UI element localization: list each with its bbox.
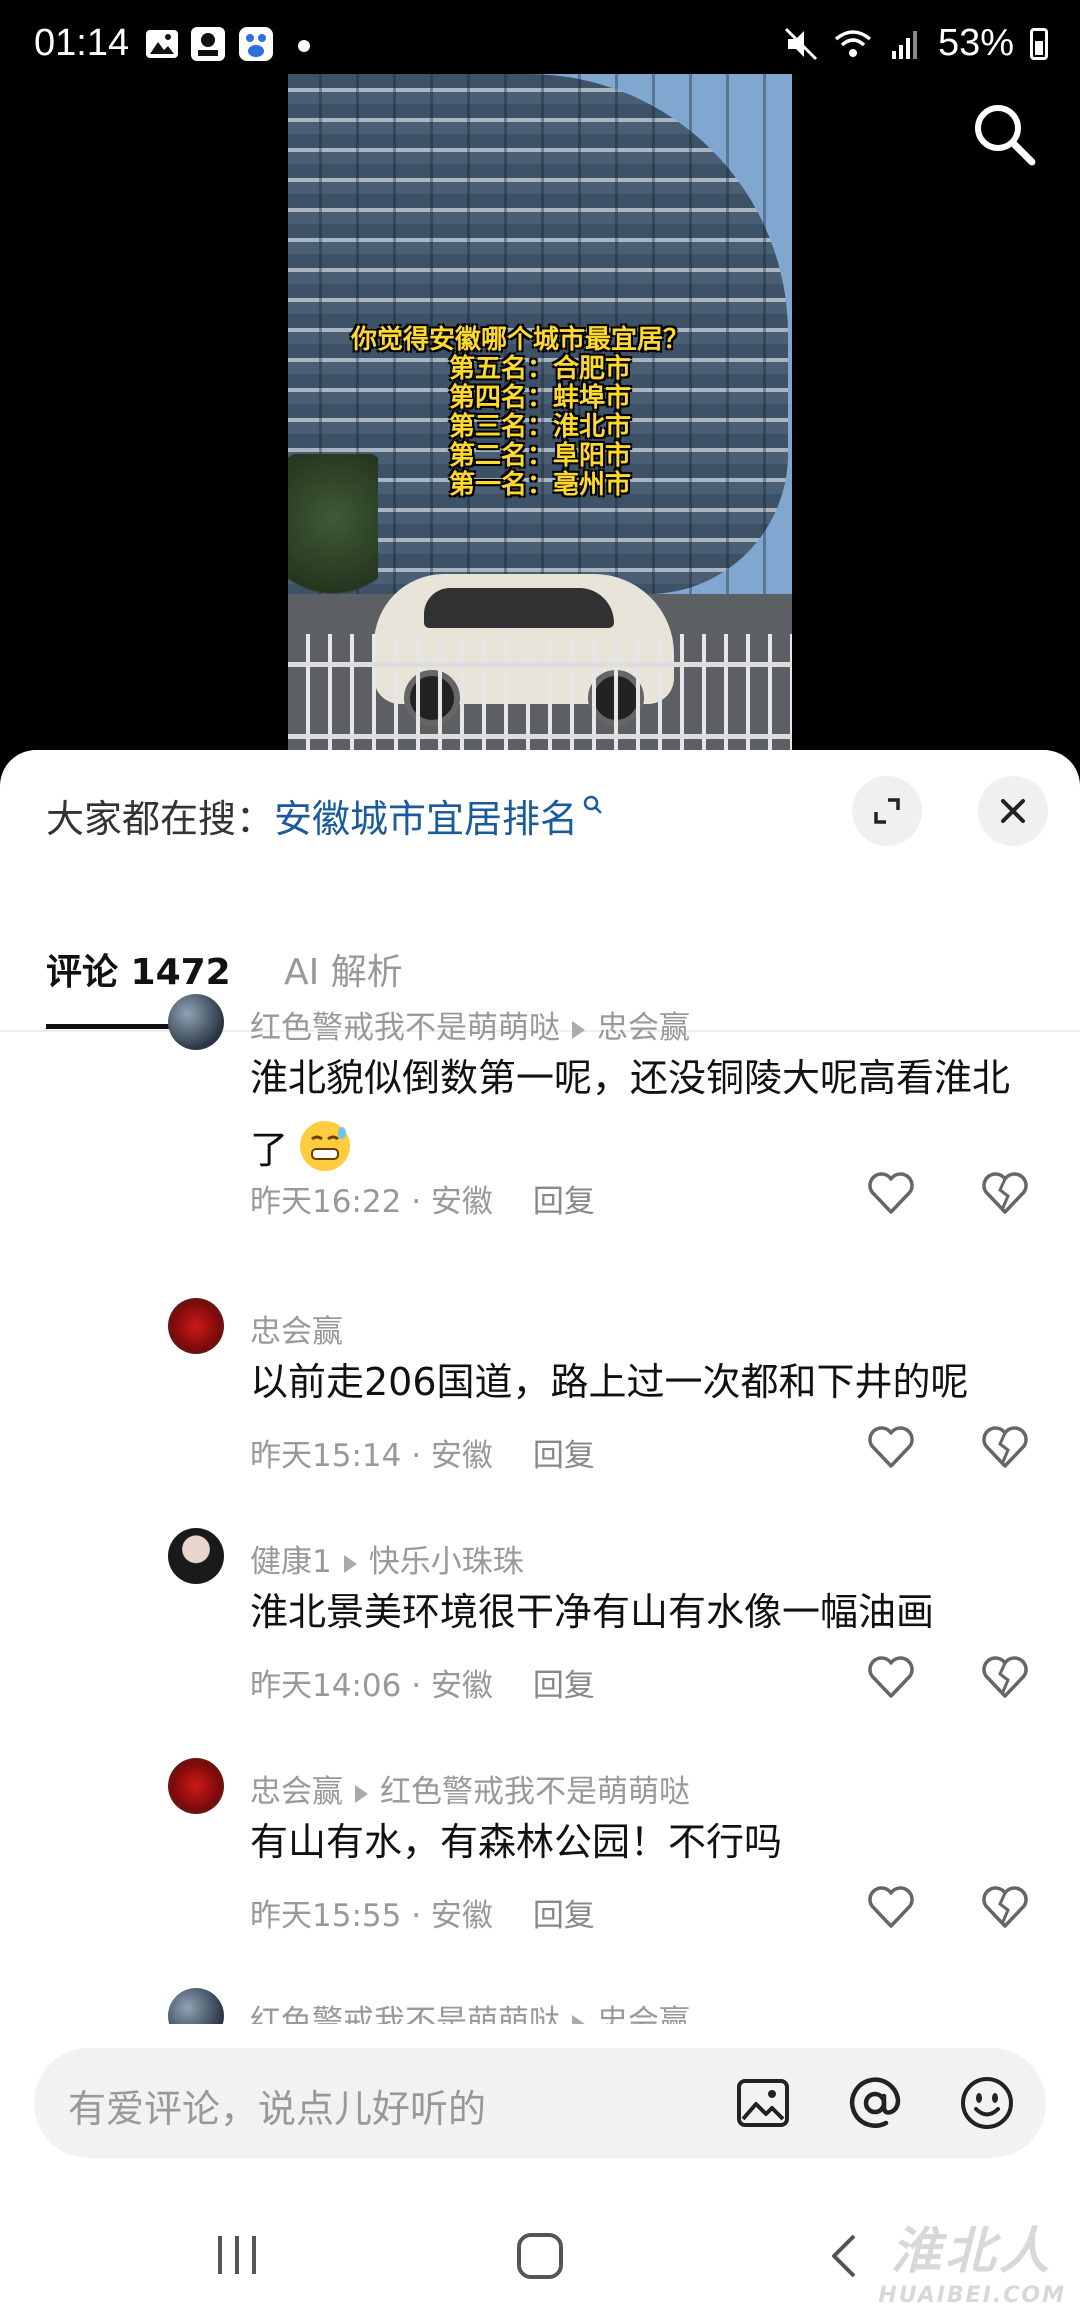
comment-reply-to[interactable]: 忠会赢	[597, 2004, 690, 2024]
fence-image	[288, 634, 792, 750]
battery-percent: 53%	[937, 22, 1014, 64]
dislike-broken-heart-icon[interactable]	[980, 1654, 1030, 1700]
status-bar: 01:14 53%	[0, 0, 1080, 92]
like-heart-icon[interactable]	[866, 1170, 916, 1216]
comment-username[interactable]: 红色警戒我不是萌萌哒 忠会赢	[250, 1996, 690, 2024]
hot-search-label: 大家都在搜：	[46, 797, 275, 841]
comment-author[interactable]: 红色警戒我不是萌萌哒	[250, 2004, 560, 2024]
comment-reply-to[interactable]: 忠会赢	[597, 1010, 690, 1046]
home-icon[interactable]	[514, 2230, 566, 2282]
video-player[interactable]: 你觉得安徽哪个城市最宜居？ 第五名：合肥市 第四名：蚌埠市 第三名：淮北市 第二…	[0, 0, 1080, 760]
reply-button[interactable]: 回复	[533, 1184, 595, 1220]
comment-author[interactable]: 忠会赢	[250, 1774, 343, 1810]
search-small-icon	[583, 795, 602, 814]
like-heart-icon[interactable]	[866, 1654, 916, 1700]
dislike-broken-heart-icon[interactable]	[980, 1884, 1030, 1930]
comment-text: 淮北貌似倒数第一呢，还没铜陵大呢高看淮北了	[250, 1042, 1030, 1186]
caption-line: 第三名：淮北市	[448, 412, 631, 442]
comment-username[interactable]: 忠会赢	[250, 1306, 343, 1351]
mention-at-icon[interactable]	[846, 2074, 904, 2132]
watermark-cn: 淮北人	[891, 2222, 1054, 2280]
hot-search[interactable]: 大家都在搜： 安徽城市宜居排名	[46, 788, 604, 843]
comment-item: 红色警戒我不是萌萌哒 忠会赢	[0, 1988, 1080, 2024]
gallery-icon	[146, 30, 178, 58]
watermark-en: HUAIBEI.COM	[878, 2283, 1066, 2308]
comment-time-location: 昨天15:14 · 安徽	[250, 1438, 493, 1474]
status-time: 01:14	[34, 22, 130, 64]
video-frame: 你觉得安徽哪个城市最宜居？ 第五名：合肥市 第四名：蚌埠市 第三名：淮北市 第二…	[288, 74, 792, 750]
hot-search-link[interactable]: 安徽城市宜居排名	[274, 788, 578, 843]
signal-icon	[891, 30, 917, 59]
comment-reply-to[interactable]: 快乐小珠珠	[369, 1544, 524, 1580]
avatar[interactable]	[168, 1758, 224, 1814]
comment-author[interactable]: 健康1	[250, 1544, 332, 1580]
comment-author[interactable]: 红色警戒我不是萌萌哒	[250, 1010, 560, 1046]
back-icon[interactable]	[826, 2230, 862, 2282]
like-heart-icon[interactable]	[866, 1884, 916, 1930]
caption-line: 第四名：蚌埠市	[448, 383, 631, 413]
watermark: 淮北人 HUAIBEI.COM	[878, 2211, 1066, 2308]
recent-apps-icon[interactable]	[212, 2232, 262, 2278]
reply-arrow-icon	[572, 2014, 585, 2024]
caption-line: 第一名：亳州市	[448, 470, 631, 500]
video-caption: 你觉得安徽哪个城市最宜居？ 第五名：合肥市 第四名：蚌埠市 第三名：淮北市 第二…	[288, 326, 792, 500]
like-heart-icon[interactable]	[866, 1424, 916, 1470]
avatar[interactable]	[168, 994, 224, 1050]
comment-input[interactable]: 有爱评论，说点儿好听的	[68, 2078, 486, 2133]
status-indicators: 53%	[784, 22, 1048, 65]
comment-author[interactable]: 忠会赢	[250, 1314, 343, 1350]
reply-arrow-icon	[572, 1020, 585, 1039]
comment-meta: 昨天14:06 · 安徽 回复	[250, 1660, 595, 1705]
avatar[interactable]	[168, 1298, 224, 1354]
reply-arrow-icon	[355, 1784, 368, 1803]
avatar[interactable]	[168, 1528, 224, 1584]
dislike-broken-heart-icon[interactable]	[980, 1424, 1030, 1470]
emoji-icon[interactable]	[958, 2074, 1016, 2132]
comment-text: 淮北景美环境很干净有山有水像一幅油画	[250, 1590, 935, 1634]
baidu-app-icon	[239, 27, 273, 61]
expand-button[interactable]	[852, 776, 922, 846]
reply-button[interactable]: 回复	[533, 1898, 595, 1934]
sweat-smile-emoji-icon	[300, 1121, 351, 1171]
comment-text: 以前走206国道，路上过一次都和下井的呢	[250, 1360, 969, 1404]
close-button[interactable]	[978, 776, 1048, 846]
comment-time-location: 昨天15:55 · 安徽	[250, 1898, 493, 1934]
system-nav-bar: 淮北人 HUAIBEI.COM	[0, 2196, 1080, 2316]
tab-ai-analysis[interactable]: AI 解析	[284, 938, 403, 1008]
comment-meta: 昨天15:55 · 安徽 回复	[250, 1890, 595, 1935]
reply-button[interactable]: 回复	[533, 1668, 595, 1704]
comment-reply-to[interactable]: 红色警戒我不是萌萌哒	[380, 1774, 690, 1810]
search-icon[interactable]	[970, 100, 1040, 170]
comment-meta: 昨天16:22 · 安徽 回复	[250, 1176, 595, 1221]
notification-dot	[298, 40, 310, 52]
app-notification-icon	[191, 27, 225, 61]
caption-line: 你觉得安徽哪个城市最宜居？	[350, 325, 689, 355]
wifi-icon	[834, 29, 872, 57]
comment-time-location: 昨天14:06 · 安徽	[250, 1668, 493, 1704]
comment-meta: 昨天15:14 · 安徽 回复	[250, 1430, 595, 1475]
comment-text: 有山有水，有森林公园！不行吗	[250, 1820, 783, 1864]
caption-line: 第二名：阜阳市	[448, 441, 631, 471]
comment-username[interactable]: 红色警戒我不是萌萌哒 忠会赢	[250, 1002, 690, 1047]
mute-icon	[784, 27, 817, 60]
reply-button[interactable]: 回复	[533, 1438, 595, 1474]
comment-input-bar[interactable]: 有爱评论，说点儿好听的	[34, 2048, 1046, 2158]
comment-username[interactable]: 健康1 快乐小珠珠	[250, 1536, 524, 1581]
image-icon[interactable]	[734, 2074, 792, 2132]
battery-icon	[1030, 27, 1048, 60]
close-icon	[1001, 799, 1025, 823]
comment-time-location: 昨天16:22 · 安徽	[250, 1184, 493, 1220]
caption-line: 第五名：合肥市	[448, 354, 631, 384]
comment-username[interactable]: 忠会赢 红色警戒我不是萌萌哒	[250, 1766, 690, 1811]
fence-rail	[288, 734, 792, 739]
avatar[interactable]	[168, 1988, 224, 2024]
dislike-broken-heart-icon[interactable]	[980, 1170, 1030, 1216]
fence-rail	[288, 662, 792, 667]
comment-text-content: 淮北貌似倒数第一呢，还没铜陵大呢高看淮北了	[250, 1056, 1011, 1172]
expand-icon	[874, 798, 900, 824]
reply-arrow-icon	[343, 1554, 357, 1573]
